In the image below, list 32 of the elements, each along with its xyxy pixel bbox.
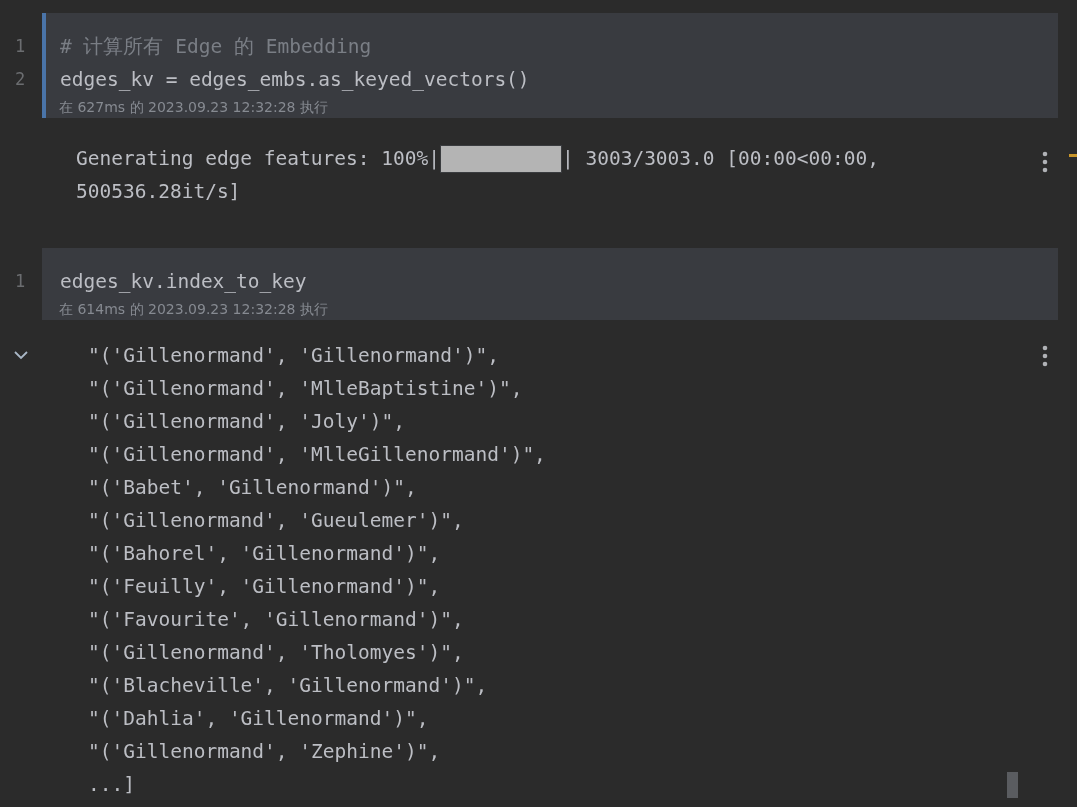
line-number: 1 [13, 270, 27, 293]
output-text: 500536.28it/s] [76, 179, 242, 205]
code-cell[interactable]: # 计算所有 Edge 的 Embedding edges_kv = edges_embs.as_keyed_vectors() 在 627ms 的 2023.09.23 12:32:28 执行 [42, 13, 1058, 118]
output-line: "('Gillenormand', 'Gillenormand')", [88, 343, 500, 369]
more-options-icon[interactable] [1042, 151, 1048, 173]
output-line: "('Gillenormand', 'MlleBaptistine')", [88, 376, 524, 402]
more-options-icon[interactable] [1042, 345, 1048, 367]
code-line: edges_kv.index_to_key [60, 269, 308, 295]
output-line: "('Gillenormand', 'Tholomyes')", [88, 640, 465, 666]
output-text: Generating edge features: 100%| [76, 146, 440, 172]
output-line: ...] [88, 772, 136, 798]
output-line: "('Blacheville', 'Gillenormand')", [88, 673, 489, 699]
code-line: # 计算所有 Edge 的 Embedding [60, 34, 373, 60]
output-line: "('Gillenormand', 'Gueulemer')", [88, 508, 465, 534]
line-number: 2 [13, 68, 27, 91]
output-line: "('Gillenormand', 'Zephine')", [88, 739, 442, 765]
line-number: 1 [13, 35, 27, 58]
output-line: "('Feuilly', 'Gillenormand')", [88, 574, 442, 600]
output-text: | 3003/3003.0 [00:00<00:00, [561, 146, 879, 172]
execution-status: 在 627ms 的 2023.09.23 12:32:28 执行 [59, 98, 329, 117]
output-line: "('Gillenormand', 'MlleGillenormand')", [88, 442, 546, 468]
output-line: "('Babet', 'Gillenormand')", [88, 475, 418, 501]
collapse-chevron-icon[interactable] [14, 351, 28, 360]
output-line: "('Gillenormand', 'Joly')", [88, 409, 406, 435]
marker-stripe [1069, 154, 1077, 157]
output-line: "('Bahorel', 'Gillenormand')", [88, 541, 442, 567]
execution-status: 在 614ms 的 2023.09.23 12:32:28 执行 [59, 300, 329, 319]
code-cell[interactable]: edges_kv.index_to_key 在 614ms 的 2023.09.23 12:32:28 执行 [42, 248, 1058, 320]
code-line: edges_kv = edges_embs.as_keyed_vectors() [60, 67, 531, 93]
scrollbar-thumb[interactable] [1007, 772, 1018, 798]
output-line: "('Favourite', 'Gillenormand')", [88, 607, 465, 633]
output-line: "('Dahlia', 'Gillenormand')", [88, 706, 430, 732]
